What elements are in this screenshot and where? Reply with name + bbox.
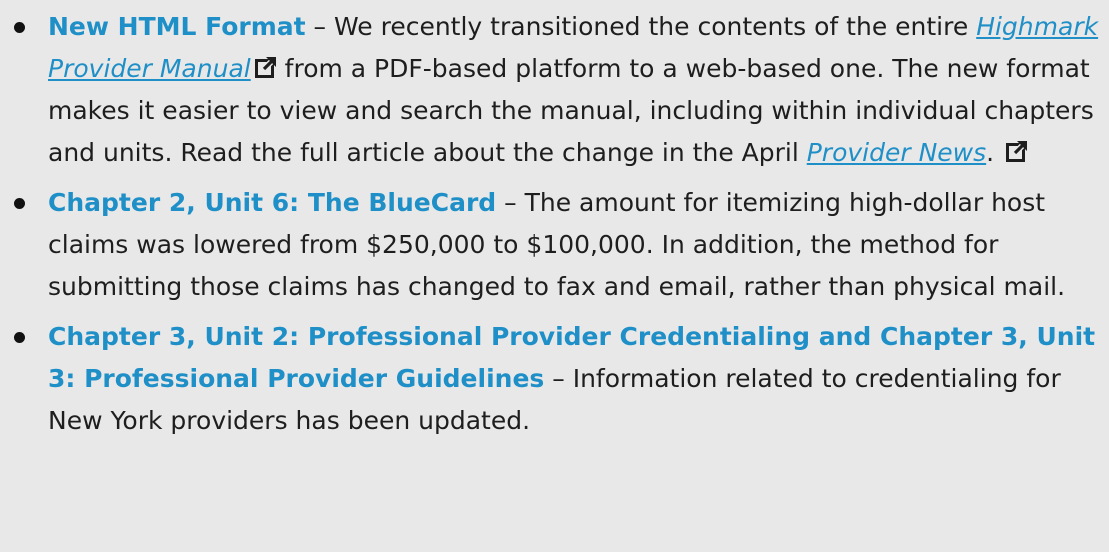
- item-text: We recently transitioned the contents of…: [334, 12, 977, 41]
- item-text: .: [986, 138, 1003, 167]
- list-item-credentialing: Chapter 3, Unit 2: Professional Provider…: [0, 316, 1109, 442]
- separator-dash: –: [305, 12, 335, 41]
- manual-updates-section: New HTML Format – We recently transition…: [0, 0, 1109, 552]
- external-link-icon[interactable]: [1006, 140, 1029, 162]
- list-item-new-html-format: New HTML Format – We recently transition…: [0, 6, 1109, 174]
- separator-dash: –: [544, 364, 573, 393]
- external-link-icon[interactable]: [254, 56, 277, 78]
- updates-list: New HTML Format – We recently transition…: [0, 6, 1109, 442]
- separator-dash: –: [496, 188, 525, 217]
- chapter-2-unit-6-link[interactable]: Chapter 2, Unit 6: The BlueCard: [48, 188, 496, 217]
- new-html-format-link[interactable]: New HTML Format: [48, 12, 306, 41]
- provider-news-link[interactable]: Provider News: [807, 138, 986, 167]
- list-item-bluecard: Chapter 2, Unit 6: The BlueCard – The am…: [0, 182, 1109, 308]
